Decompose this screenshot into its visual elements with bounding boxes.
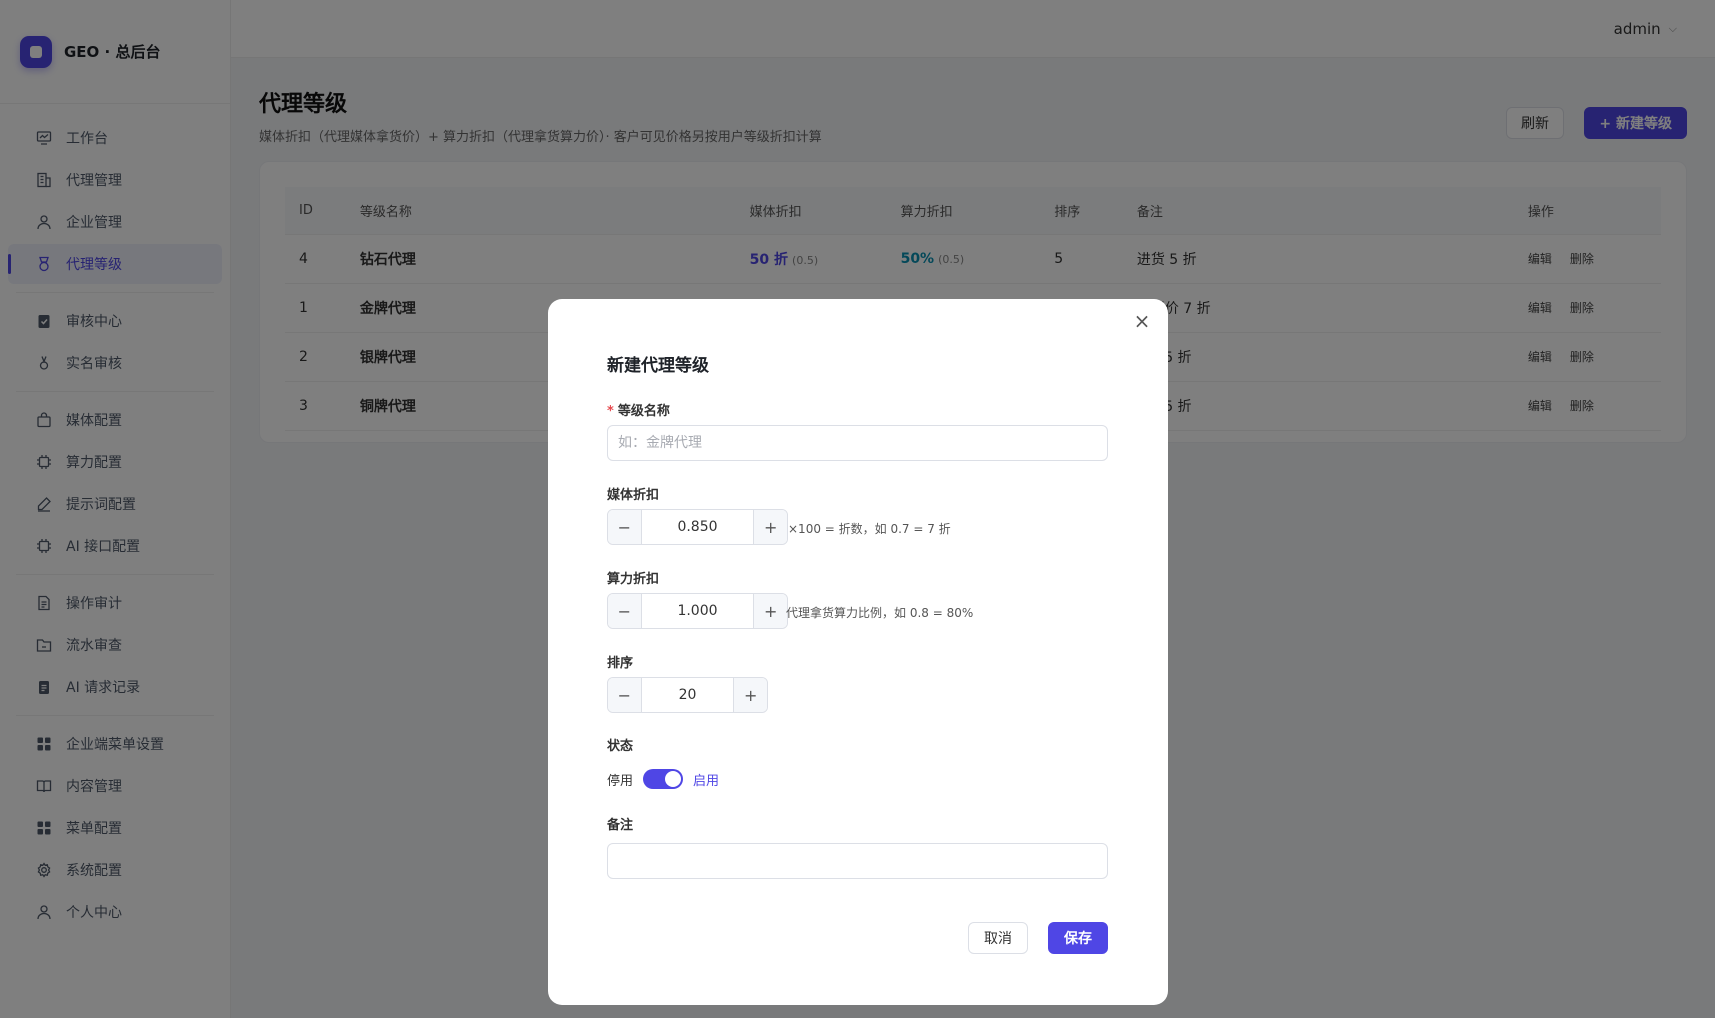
media-decrement-button[interactable]: − (608, 510, 642, 544)
compute-decrement-button[interactable]: − (608, 594, 642, 628)
note-label: 备注 (607, 818, 634, 833)
media-discount-hint: ×100 = 折数，如 0.7 = 7 折 (788, 522, 951, 536)
sort-decrement-button[interactable]: − (608, 678, 642, 712)
compute-increment-button[interactable]: + (753, 594, 787, 628)
toggle-knob (665, 771, 682, 787)
status-on-label: 启用 (693, 773, 720, 789)
sort-increment-button[interactable]: + (733, 678, 767, 712)
name-label: * 等级名称 (607, 400, 670, 419)
status-off-label: 停用 (607, 773, 634, 789)
cancel-button[interactable]: 取消 (968, 922, 1028, 954)
dialog-title: 新建代理等级 (607, 356, 709, 376)
create-level-dialog: × 新建代理等级 *等级名称 媒体折扣 − 0.850 + ×100 = 折数，… (548, 299, 1168, 1005)
required-mark: * (607, 404, 614, 419)
sort-label: 排序 (607, 656, 634, 671)
sort-value[interactable]: 20 (642, 678, 734, 712)
media-increment-button[interactable]: + (753, 510, 787, 544)
close-icon[interactable]: × (1130, 309, 1154, 333)
level-name-input[interactable] (607, 425, 1108, 461)
compute-discount-stepper: − 1.000 + (607, 593, 788, 629)
note-input[interactable] (607, 843, 1108, 879)
status-switch-row: 停用 启用 (607, 769, 719, 789)
media-discount-value[interactable]: 0.850 (642, 510, 754, 544)
compute-discount-hint: 代理拿货算力比例，如 0.8 = 80% (786, 606, 974, 620)
name-label-text: 等级名称 (617, 404, 670, 419)
status-toggle[interactable] (643, 769, 684, 789)
media-discount-label: 媒体折扣 (607, 488, 660, 503)
sort-stepper: − 20 + (607, 677, 768, 713)
media-discount-stepper: − 0.850 + (607, 509, 788, 545)
status-label: 状态 (607, 739, 634, 754)
compute-discount-label: 算力折扣 (607, 572, 660, 587)
save-button[interactable]: 保存 (1048, 922, 1108, 954)
compute-discount-value[interactable]: 1.000 (642, 594, 754, 628)
